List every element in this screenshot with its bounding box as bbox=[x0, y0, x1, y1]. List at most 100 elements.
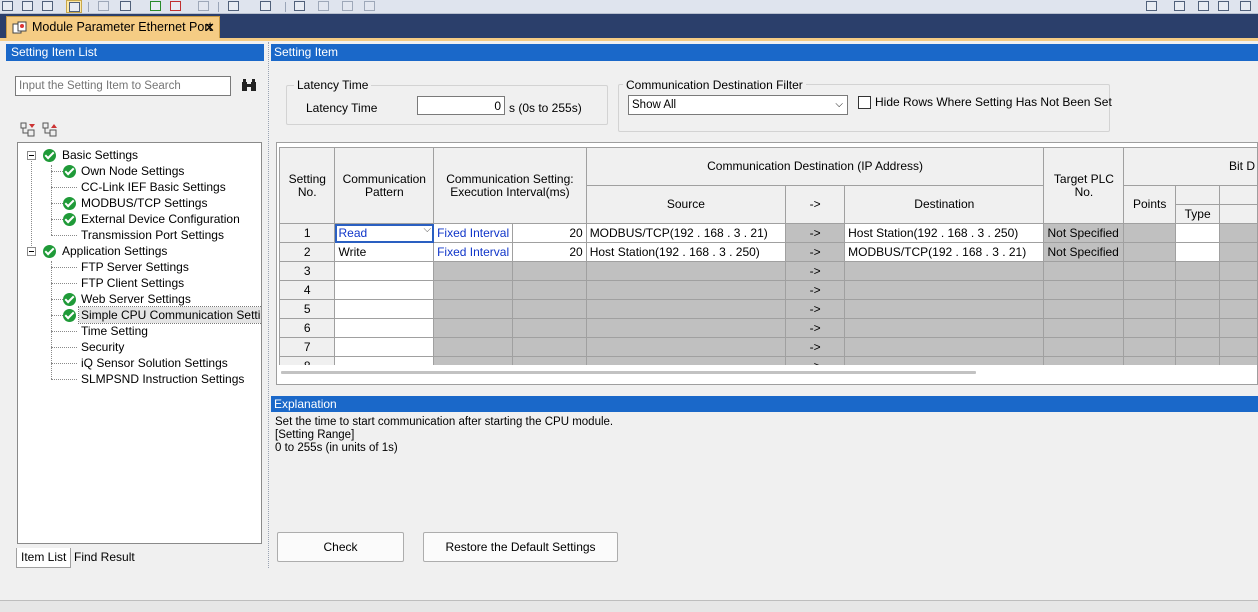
monitor-icon[interactable] bbox=[226, 0, 242, 13]
tree-line bbox=[51, 267, 77, 268]
search-input[interactable] bbox=[15, 76, 231, 96]
tool-icon[interactable] bbox=[168, 0, 184, 13]
latency-group-title: Latency Time bbox=[294, 78, 372, 92]
cell-destination[interactable]: MODBUS/TCP(192 . 168 . 3 . 21) bbox=[844, 242, 1045, 262]
table-row[interactable]: 3 -> bbox=[279, 261, 1257, 281]
tab-item-list[interactable]: Item List bbox=[16, 548, 72, 568]
cell-type[interactable] bbox=[1174, 242, 1221, 262]
tree-item-ftp-client-settings[interactable]: FTP Client Settings bbox=[81, 275, 184, 291]
cell-source[interactable]: Host Station(192 . 168 . 3 . 250) bbox=[585, 242, 787, 262]
check-icon bbox=[43, 149, 56, 162]
tree-item-iq-sensor-solution-settings[interactable]: iQ Sensor Solution Settings bbox=[81, 355, 228, 371]
cell-destination[interactable]: Host Station(192 . 168 . 3 . 250) bbox=[844, 223, 1045, 243]
cell-bit bbox=[1219, 261, 1257, 281]
restore-default-settings-button[interactable]: Restore the Default Settings bbox=[423, 532, 618, 562]
horizontal-scrollbar[interactable] bbox=[281, 371, 976, 374]
cell-setting-no: 3 bbox=[279, 261, 336, 281]
table-row[interactable]: 2 Write Fixed Interval 20 Host Station(1… bbox=[279, 242, 1257, 262]
cell-points bbox=[1123, 356, 1176, 365]
toolbar-separator bbox=[285, 2, 286, 12]
close-icon[interactable]: ✕ bbox=[204, 17, 215, 38]
expand-all-icon[interactable] bbox=[20, 122, 36, 138]
tool-icon[interactable] bbox=[316, 0, 332, 13]
cell-pattern[interactable] bbox=[334, 337, 435, 357]
tree-node-application-settings[interactable]: Application Settings bbox=[62, 243, 167, 259]
collapse-toggle[interactable] bbox=[27, 247, 36, 256]
search-icon[interactable] bbox=[258, 0, 274, 13]
zoom-icon[interactable] bbox=[292, 0, 308, 13]
collapse-all-icon[interactable] bbox=[42, 122, 58, 138]
cell-points bbox=[1123, 318, 1176, 338]
toolbar-icon[interactable] bbox=[0, 0, 16, 13]
tree-item-slmpsnd-instruction-settings[interactable]: SLMPSND Instruction Settings bbox=[81, 371, 244, 387]
tool-icon[interactable] bbox=[118, 0, 134, 13]
check-button[interactable]: Check bbox=[277, 532, 404, 562]
cell-pattern[interactable] bbox=[334, 318, 435, 338]
tool-icon[interactable] bbox=[196, 0, 212, 13]
cell-mode[interactable]: Fixed Interval bbox=[433, 242, 514, 262]
table-row[interactable]: 1 Read ⌵ Fixed Interval 20 MODBUS/TCP(19… bbox=[279, 223, 1257, 243]
cell-pattern: Read bbox=[338, 226, 368, 240]
tree-item-modbus-tcp-settings[interactable]: MODBUS/TCP Settings bbox=[81, 195, 207, 211]
layout-icon[interactable] bbox=[1238, 0, 1254, 13]
check-icon bbox=[43, 245, 56, 258]
cell-interval bbox=[512, 337, 587, 357]
cell-destination bbox=[844, 280, 1045, 300]
layout-icon[interactable] bbox=[1196, 0, 1212, 13]
document-tab[interactable]: Module Parameter Ethernet Port ✕ bbox=[6, 16, 220, 38]
cell-pattern[interactable]: Write bbox=[334, 242, 435, 262]
tree-item-web-server-settings[interactable]: Web Server Settings bbox=[81, 291, 191, 307]
tree-item-own-node-settings[interactable]: Own Node Settings bbox=[81, 163, 184, 179]
cell-source bbox=[585, 299, 787, 319]
table-row[interactable]: 8 -> bbox=[279, 356, 1257, 365]
cell-type[interactable] bbox=[1174, 223, 1221, 243]
latency-time-input[interactable] bbox=[417, 96, 505, 115]
search-button[interactable] bbox=[238, 76, 260, 96]
tree-item-external-device-configuration[interactable]: External Device Configuration bbox=[81, 211, 240, 227]
tool-icon[interactable] bbox=[96, 0, 112, 13]
cell-pattern-dropdown[interactable]: Read ⌵ bbox=[334, 223, 435, 243]
check-icon bbox=[63, 293, 76, 306]
cell-source[interactable]: MODBUS/TCP(192 . 168 . 3 . 21) bbox=[585, 223, 787, 243]
setting-item-list-panel: Setting Item List Input the Setting Item… bbox=[6, 42, 269, 568]
cell-source bbox=[585, 337, 787, 357]
table-row[interactable]: 6 -> bbox=[279, 318, 1257, 338]
list-view-icon[interactable] bbox=[66, 0, 82, 13]
layout-icon[interactable] bbox=[1144, 0, 1160, 13]
table-row[interactable]: 4 -> bbox=[279, 280, 1257, 300]
tree-node-basic-settings[interactable]: Basic Settings bbox=[62, 147, 138, 163]
table-row[interactable]: 7 -> bbox=[279, 337, 1257, 357]
tree-item-cc-link-ief-basic-settings[interactable]: CC-Link IEF Basic Settings bbox=[81, 179, 226, 195]
check-icon[interactable] bbox=[148, 0, 164, 13]
latency-time-label: Latency Time bbox=[306, 101, 378, 115]
collapse-toggle[interactable] bbox=[27, 151, 36, 160]
tree-item-simple-cpu-communication-setting[interactable]: Simple CPU Communication Setting bbox=[78, 306, 261, 324]
layout-icon[interactable] bbox=[1216, 0, 1232, 13]
cell-bit bbox=[1219, 337, 1257, 357]
cell-interval[interactable]: 20 bbox=[512, 223, 587, 243]
layout-icon[interactable] bbox=[1172, 0, 1188, 13]
cell-interval bbox=[512, 318, 587, 338]
cell-interval[interactable]: 20 bbox=[512, 242, 587, 262]
replace-icon[interactable] bbox=[40, 0, 56, 13]
tree-item-time-setting[interactable]: Time Setting bbox=[81, 323, 148, 339]
tree-item-security[interactable]: Security bbox=[81, 339, 124, 355]
cell-destination bbox=[844, 318, 1045, 338]
hide-rows-checkbox[interactable] bbox=[858, 96, 871, 109]
cell-mode[interactable]: Fixed Interval bbox=[433, 223, 514, 243]
tool-icon[interactable] bbox=[340, 0, 356, 13]
cell-pattern[interactable] bbox=[334, 261, 435, 281]
cell-interval bbox=[512, 356, 587, 365]
filter-select[interactable]: Show All ⌵ bbox=[628, 95, 848, 115]
find-icon[interactable] bbox=[20, 0, 36, 13]
tool-icon[interactable] bbox=[362, 0, 378, 13]
toolbar-separator bbox=[218, 2, 219, 12]
cell-source bbox=[585, 318, 787, 338]
tree-item-transmission-port-settings[interactable]: Transmission Port Settings bbox=[81, 227, 224, 243]
cell-pattern[interactable] bbox=[334, 356, 435, 365]
table-row[interactable]: 5 -> bbox=[279, 299, 1257, 319]
cell-pattern[interactable] bbox=[334, 280, 435, 300]
cell-pattern[interactable] bbox=[334, 299, 435, 319]
tab-find-result[interactable]: Find Result bbox=[70, 548, 139, 568]
tree-item-ftp-server-settings[interactable]: FTP Server Settings bbox=[81, 259, 189, 275]
